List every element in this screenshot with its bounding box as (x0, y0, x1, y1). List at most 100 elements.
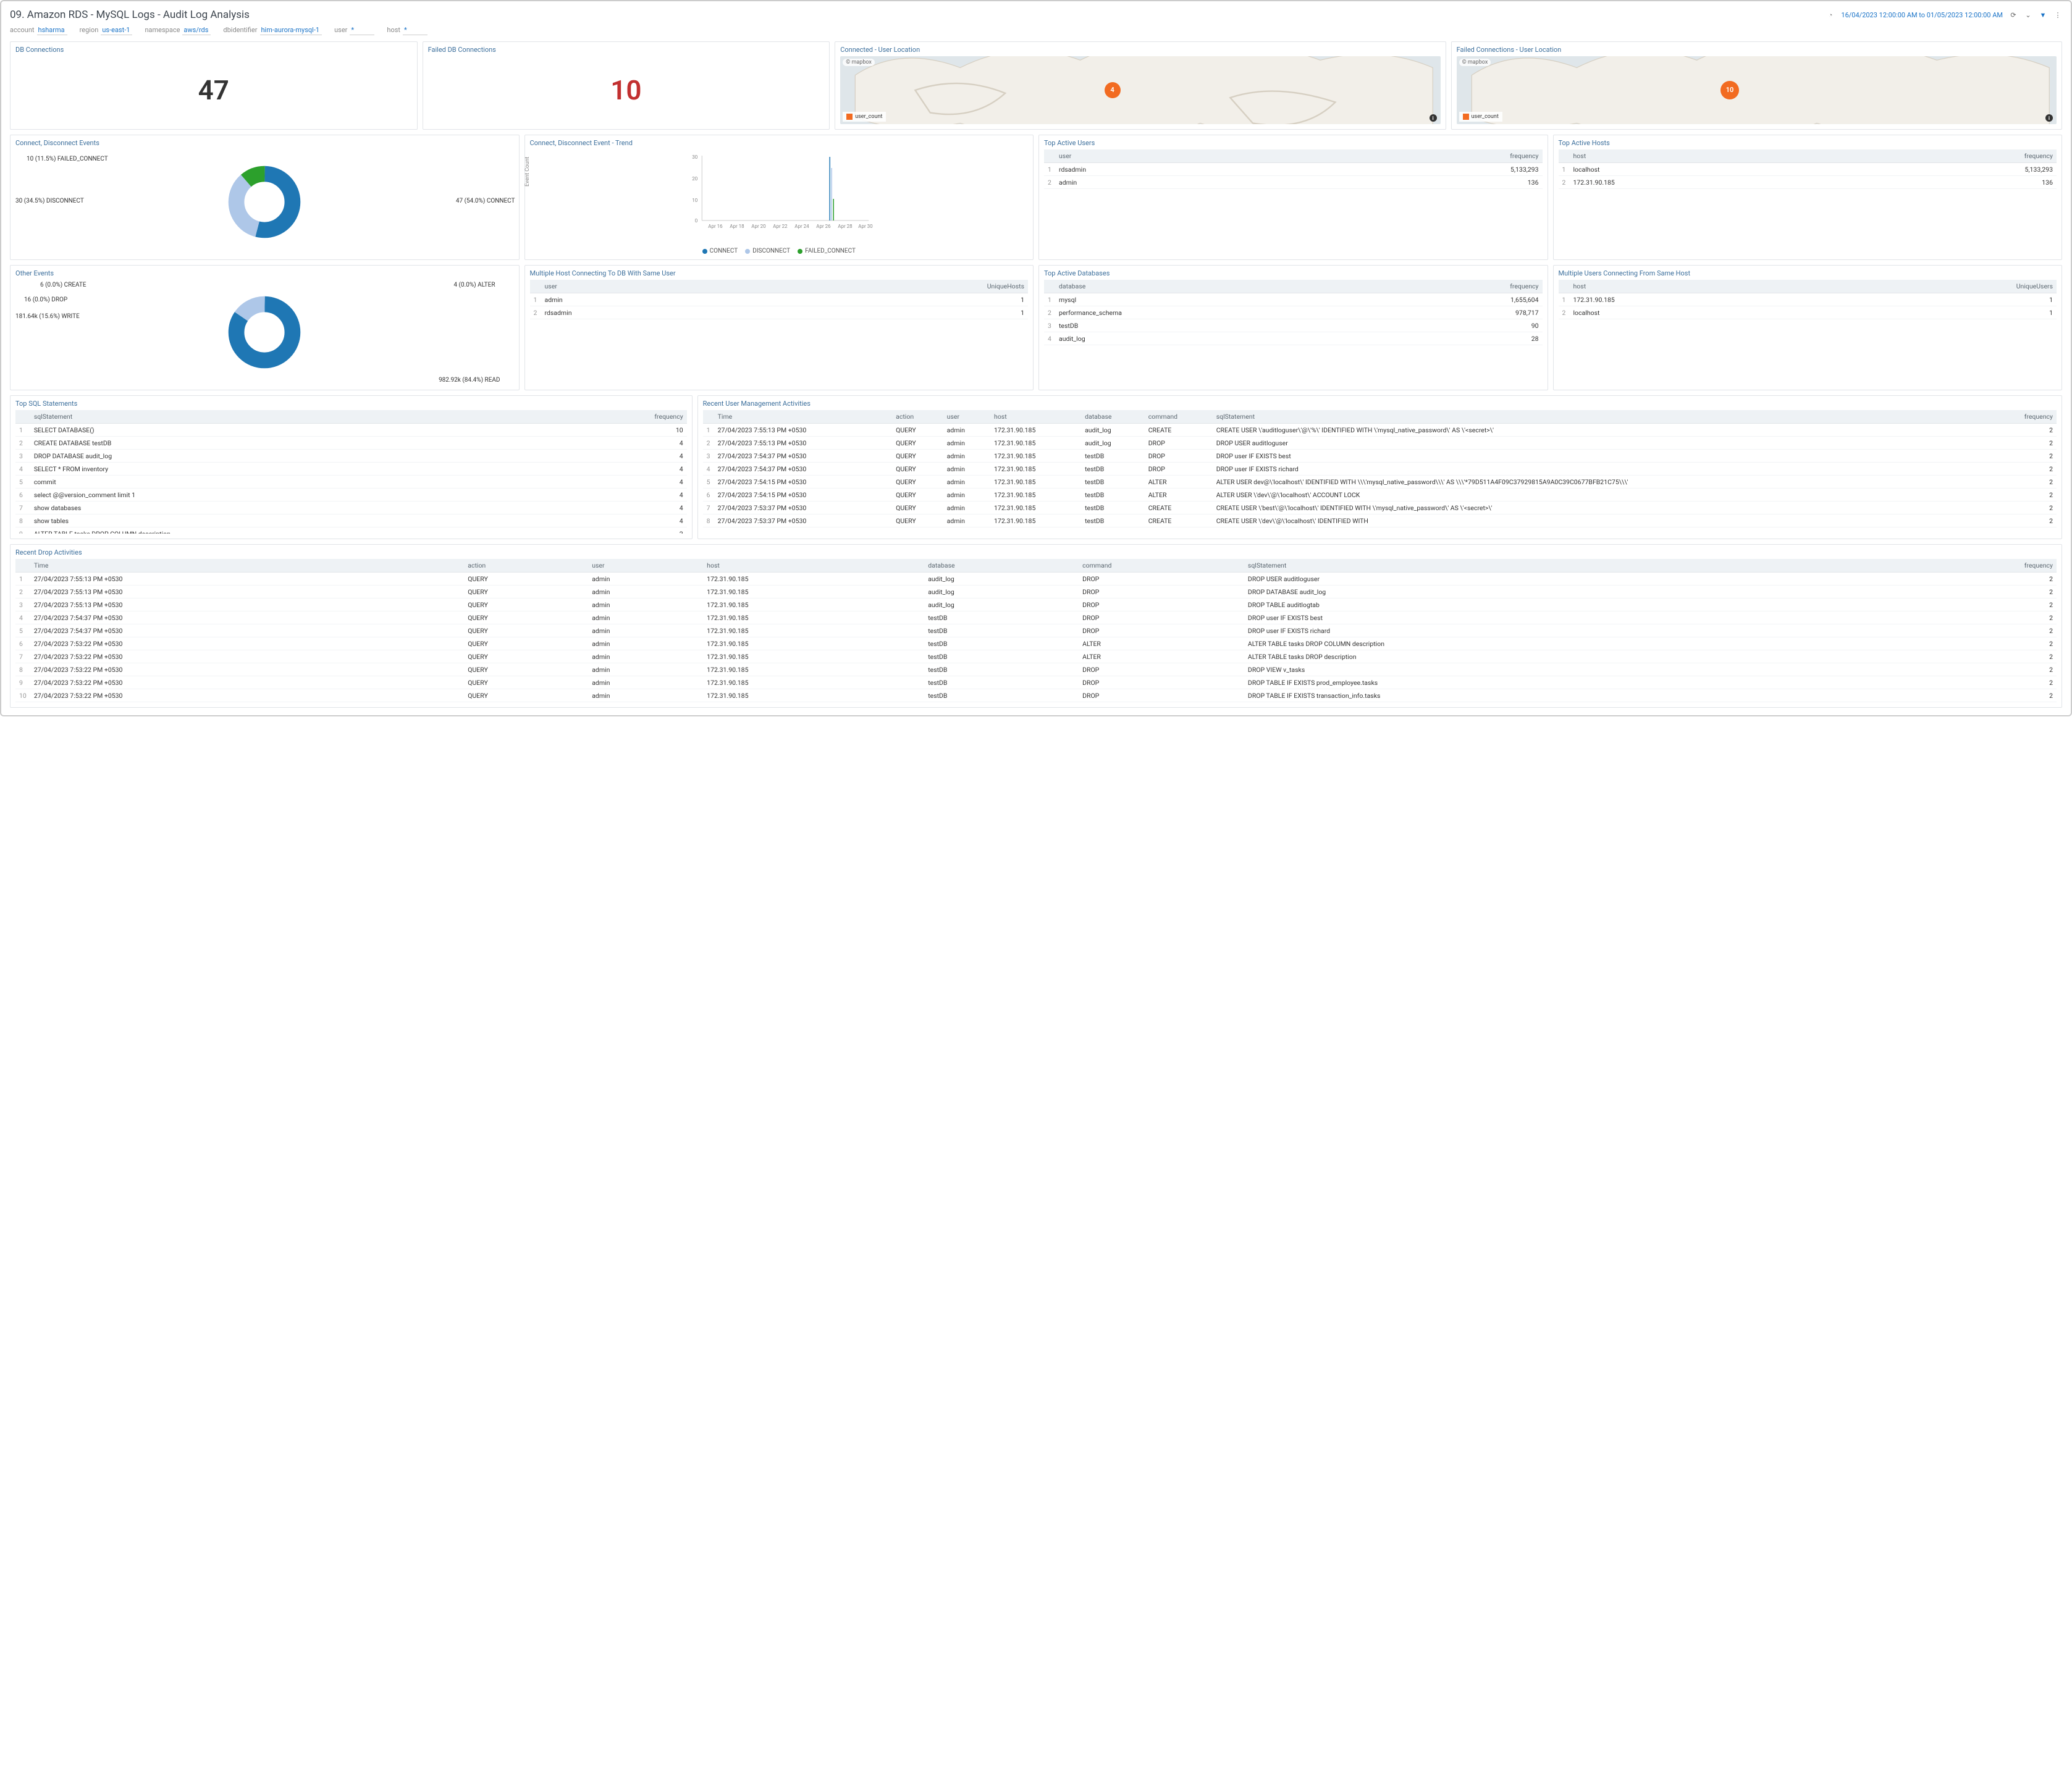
donut-label-create: 6 (0.0%) CREATE (40, 282, 86, 288)
panel-recent-um: Recent User Management Activities Timeac… (697, 395, 2062, 539)
table-row[interactable]: 7show databases4 (15, 501, 687, 514)
table-top-users: userfrequency 1rdsadmin5,133,2932admin13… (1044, 149, 1543, 189)
table-row[interactable]: 1mysql1,655,604 (1044, 293, 1543, 306)
table-row[interactable]: 327/04/2023 7:54:37 PM +0530QUERYadmin17… (703, 450, 2057, 463)
table-row[interactable]: 6select @@version_comment limit 14 (15, 489, 687, 501)
svg-text:Apr 18: Apr 18 (730, 224, 744, 229)
panel-title: Failed Connections - User Location (1457, 46, 2057, 54)
info-icon[interactable]: i (2045, 114, 2053, 122)
table-row[interactable]: 727/04/2023 7:53:37 PM +0530QUERYadmin17… (703, 501, 2057, 514)
table-row[interactable]: 1rdsadmin5,133,293 (1044, 163, 1543, 176)
dashboard-header: 09. Amazon RDS - MySQL Logs - Audit Log … (10, 9, 2062, 21)
table-row[interactable]: 827/04/2023 7:53:22 PM +0530QUERYadmin17… (15, 663, 2057, 676)
table-row[interactable]: 2performance_schema978,717 (1044, 306, 1543, 319)
panel-top-db: Top Active Databases databasefrequency 1… (1038, 265, 1548, 390)
table-row[interactable]: 927/04/2023 7:53:22 PM +0530QUERYadmin17… (15, 676, 2057, 689)
map-bubble[interactable]: 10 (1720, 81, 1739, 99)
table-row[interactable]: 2rdsadmin1 (530, 306, 1029, 319)
table-top-hosts: hostfrequency 1localhost5,133,2932172.31… (1559, 149, 2057, 189)
svg-text:30: 30 (692, 154, 697, 160)
info-icon[interactable]: i (1430, 114, 1437, 122)
table-row[interactable]: 3testDB90 (1044, 319, 1543, 332)
more-icon[interactable]: ⋮ (2053, 10, 2062, 19)
donut-label-connect: 47 (54.0%) CONNECT (456, 198, 515, 204)
mapbox-attribution: © mapbox (1459, 59, 1491, 66)
table-row[interactable]: 1172.31.90.1851 (1559, 293, 2057, 306)
map-bubble[interactable]: 4 (1105, 82, 1121, 98)
table-row[interactable]: 527/04/2023 7:54:37 PM +0530QUERYadmin17… (15, 624, 2057, 637)
table-row[interactable]: 627/04/2023 7:53:22 PM +0530QUERYadmin17… (15, 637, 2057, 650)
table-multi-user: hostUniqueUsers 1172.31.90.18512localhos… (1559, 280, 2057, 319)
table-row[interactable]: 2172.31.90.185136 (1559, 176, 2057, 189)
panel-trend: Connect, Disconnect Event - Trend Event … (524, 135, 1034, 260)
table-row[interactable]: 1localhost5,133,293 (1559, 163, 2057, 176)
panel-connect-events: Connect, Disconnect Events 47 (54.0%) CO… (10, 135, 520, 260)
map-legend: user_count (1459, 112, 1502, 122)
svg-text:Apr 24: Apr 24 (794, 224, 809, 229)
table-row[interactable]: 9ALTER TABLE tasks DROP COLUMN descripti… (15, 527, 687, 534)
table-row[interactable]: 1027/04/2023 7:53:22 PM +0530QUERYadmin1… (15, 689, 2057, 702)
svg-text:Apr 22: Apr 22 (773, 224, 788, 229)
table-row[interactable]: 227/04/2023 7:55:13 PM +0530QUERYadmin17… (15, 585, 2057, 598)
table-recent-drop: Timeactionuser hostdatabasecommand sqlSt… (15, 559, 2057, 702)
table-row[interactable]: 4SELECT * FROM inventory4 (15, 463, 687, 476)
table-row[interactable]: 2CREATE DATABASE testDB4 (15, 437, 687, 450)
table-row[interactable]: 527/04/2023 7:54:15 PM +0530QUERYadmin17… (703, 476, 2057, 489)
table-recent-um: Timeactionuser hostdatabasecommand sqlSt… (703, 410, 2057, 527)
trend-chart: Event Count 30 20 10 0 Apr 16Apr 18Apr 2… (530, 149, 1029, 246)
filter-account[interactable]: accounthsharma (10, 26, 67, 35)
svg-text:20: 20 (692, 176, 697, 182)
table-row[interactable]: 427/04/2023 7:54:37 PM +0530QUERYadmin17… (15, 611, 2057, 624)
svg-text:Apr 30: Apr 30 (858, 224, 873, 229)
filter-bar: accounthsharma regionus-east-1 namespace… (10, 26, 2062, 35)
svg-text:Apr 16: Apr 16 (708, 224, 723, 229)
filter-user[interactable]: user* (334, 26, 374, 35)
table-row[interactable]: 8show tables4 (15, 514, 687, 527)
filter-host[interactable]: host* (387, 26, 427, 35)
clock-icon (1829, 11, 1835, 19)
table-row[interactable]: 2localhost1 (1559, 306, 2057, 319)
filter-namespace[interactable]: namespaceaws/rds (145, 26, 211, 35)
table-row[interactable]: 2admin136 (1044, 176, 1543, 189)
panel-title: Connect, Disconnect Event - Trend (530, 139, 1029, 147)
table-row[interactable]: 727/04/2023 7:53:22 PM +0530QUERYadmin17… (15, 650, 2057, 663)
panel-title: Connected - User Location (840, 46, 1440, 54)
table-row[interactable]: 427/04/2023 7:54:37 PM +0530QUERYadmin17… (703, 463, 2057, 476)
map-failed[interactable]: © mapbox 10 user_count i (1457, 56, 2057, 124)
table-row[interactable]: 1admin1 (530, 293, 1029, 306)
table-row[interactable]: 627/04/2023 7:54:15 PM +0530QUERYadmin17… (703, 489, 2057, 501)
filter-dbidentifier[interactable]: dbidentifierhim-aurora-mysql-1 (223, 26, 322, 35)
table-row[interactable]: 127/04/2023 7:55:13 PM +0530QUERYadmin17… (15, 573, 2057, 585)
donut-other-events (227, 295, 301, 369)
panel-top-users: Top Active Users userfrequency 1rdsadmin… (1038, 135, 1548, 260)
table-row[interactable]: 227/04/2023 7:55:13 PM +0530QUERYadmin17… (703, 437, 2057, 450)
map-connected[interactable]: © mapbox 4 user_count i (840, 56, 1440, 124)
chevron-down-icon[interactable]: ⌄ (2024, 10, 2032, 19)
failed-connections-value: 10 (428, 56, 825, 124)
table-row[interactable]: 127/04/2023 7:55:13 PM +0530QUERYadmin17… (703, 424, 2057, 437)
trend-legend: CONNECT DISCONNECT FAILED_CONNECT (530, 248, 1029, 254)
table-row[interactable]: 3DROP DATABASE audit_log4 (15, 450, 687, 463)
panel-title: Top SQL Statements (15, 400, 687, 408)
table-row[interactable]: 327/04/2023 7:55:13 PM +0530QUERYadmin17… (15, 598, 2057, 611)
panel-title: Recent User Management Activities (703, 400, 2057, 408)
page-title: 09. Amazon RDS - MySQL Logs - Audit Log … (10, 9, 250, 21)
panel-multi-user: Multiple Users Connecting From Same Host… (1553, 265, 2063, 390)
filter-icon[interactable]: ▼ (2039, 10, 2047, 19)
svg-text:Apr 28: Apr 28 (838, 224, 853, 229)
table-row[interactable]: 1SELECT DATABASE()10 (15, 424, 687, 437)
donut-label-read: 982.92k (84.4%) READ (439, 377, 500, 384)
time-range[interactable]: 16/04/2023 12:00:00 AM to 01/05/2023 12:… (1841, 11, 2003, 19)
filter-region[interactable]: regionus-east-1 (80, 26, 133, 35)
panel-title: Failed DB Connections (428, 46, 825, 54)
donut-label-failed: 10 (11.5%) FAILED_CONNECT (27, 156, 108, 162)
refresh-icon[interactable]: ⟳ (2009, 10, 2018, 19)
panel-top-sql: Top SQL Statements sqlStatementfrequency… (10, 395, 693, 539)
donut-connect-events (227, 165, 301, 239)
table-row[interactable]: 827/04/2023 7:53:37 PM +0530QUERYadmin17… (703, 514, 2057, 527)
panel-title: Recent Drop Activities (15, 548, 2057, 556)
table-row[interactable]: 4audit_log28 (1044, 332, 1543, 345)
donut-label-drop: 16 (0.0%) DROP (24, 296, 67, 303)
donut-label-disconnect: 30 (34.5%) DISCONNECT (15, 198, 65, 204)
table-row[interactable]: 5commit4 (15, 476, 687, 489)
